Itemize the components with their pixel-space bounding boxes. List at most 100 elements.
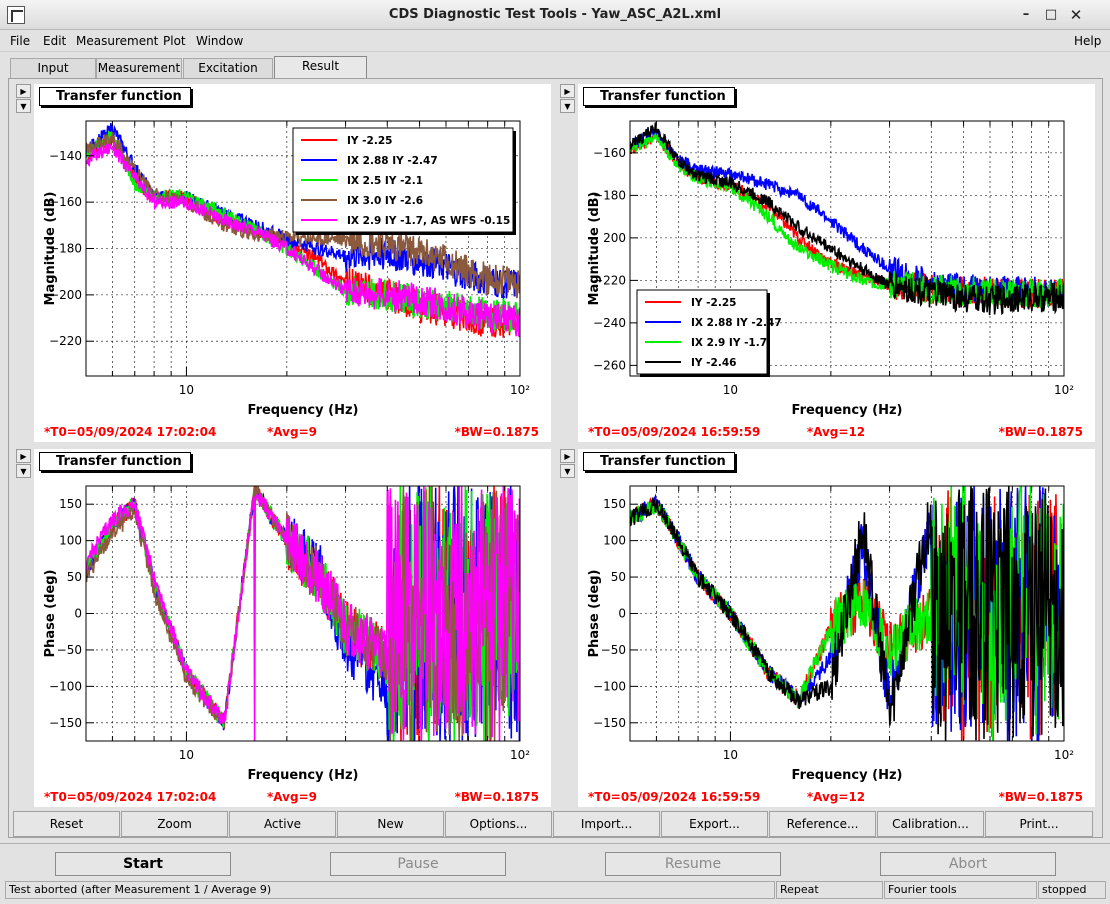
menu-measurement[interactable]: Measurement bbox=[76, 34, 158, 48]
zoom-button[interactable]: Zoom bbox=[121, 811, 228, 837]
footer-bw: *BW=0.1875 bbox=[455, 790, 539, 804]
pad-expand-arrow[interactable]: ▶ bbox=[16, 449, 31, 463]
x-axis-label: Frequency (Hz) bbox=[248, 403, 359, 418]
y-axis-label: Magnitude (dB) bbox=[587, 192, 602, 306]
plot-pad-2[interactable]: −160 −180 200 −220 −240 −260 10 10² Frequency (H… bbox=[578, 84, 1095, 442]
x-tick-label: 10 bbox=[179, 748, 194, 762]
y-tick-label: −100 bbox=[49, 679, 82, 693]
window-titlebar: CDS Diagnostic Test Tools - Yaw_ASC_A2L.… bbox=[0, 0, 1110, 30]
footer-t0: *T0=05/09/2024 16:59:59 bbox=[588, 790, 760, 804]
new-button[interactable]: New bbox=[337, 811, 444, 837]
footer-bw: *BW=0.1875 bbox=[455, 425, 539, 439]
footer-bw: *BW=0.1875 bbox=[999, 790, 1083, 804]
tab-excitation[interactable]: Excitation bbox=[183, 58, 273, 78]
menu-bar: File Edit Measurement Plot Window Help bbox=[0, 30, 1110, 52]
x-axis-label: Frequency (Hz) bbox=[792, 768, 903, 783]
legend-entry: IY -2.25 bbox=[347, 135, 392, 147]
tab-input[interactable]: Input bbox=[10, 58, 96, 78]
series-line bbox=[630, 125, 1064, 307]
x-tick-label: 10² bbox=[510, 748, 530, 762]
pad-collapse-arrow[interactable]: ▼ bbox=[16, 464, 31, 478]
pad-collapse-arrow[interactable]: ▼ bbox=[560, 99, 575, 113]
y-tick-label: −260 bbox=[593, 358, 626, 372]
plot-pad-4[interactable]: 150 100 50 0 −50 −100 −150 10 10² Frequency (Hz) P… bbox=[578, 449, 1095, 807]
x-tick-label: 10² bbox=[510, 383, 530, 397]
x-axis-label: Frequency (Hz) bbox=[792, 403, 903, 418]
legend-entry: IX 2.88 IY -2.47 bbox=[691, 317, 782, 329]
pad-title: Transfer function bbox=[583, 452, 735, 471]
plot-pad-3[interactable]: 150 100 50 0 −50 −100 −150 10 10² Frequency (Hz) P… bbox=[34, 449, 551, 807]
plot-button-row: Reset Zoom Active New Options... Import.… bbox=[13, 811, 1093, 838]
y-axis-label: Magnitude (dB) bbox=[43, 192, 58, 306]
export-button[interactable]: Export... bbox=[661, 811, 768, 837]
minimize-icon[interactable]: – bbox=[1018, 7, 1034, 23]
x-tick-label: 10 bbox=[179, 383, 194, 397]
calibration-button[interactable]: Calibration... bbox=[877, 811, 984, 837]
legend-entry: IX 2.9 IY -1.7 bbox=[691, 337, 767, 349]
abort-button[interactable]: Abort bbox=[880, 852, 1056, 876]
close-icon[interactable]: ✕ bbox=[1068, 7, 1084, 23]
menu-help[interactable]: Help bbox=[1074, 34, 1101, 48]
window-title: CDS Diagnostic Test Tools - Yaw_ASC_A2L.… bbox=[388, 7, 722, 22]
pause-button[interactable]: Pause bbox=[330, 852, 506, 876]
y-tick-label: 50 bbox=[611, 570, 626, 584]
y-tick-label: −50 bbox=[601, 643, 626, 657]
y-tick-label: −150 bbox=[49, 716, 82, 730]
maximize-icon[interactable]: □ bbox=[1043, 7, 1059, 23]
print-button[interactable]: Print... bbox=[985, 811, 1093, 837]
status-message: Test aborted (after Measurement 1 / Aver… bbox=[5, 881, 775, 899]
transfer-function-chart[interactable]: 150 100 50 0 −50 −100 −150 10 10² Frequency (Hz) P… bbox=[578, 449, 1095, 807]
pad-title: Transfer function bbox=[39, 452, 191, 471]
menu-window[interactable]: Window bbox=[196, 34, 243, 48]
x-tick-label: 10 bbox=[723, 383, 738, 397]
start-button[interactable]: Start bbox=[55, 852, 231, 876]
plot-pad-1[interactable]: −140 −160 −180 −200 −220 10 10² Frequency (Hz) M… bbox=[34, 84, 551, 442]
reset-button[interactable]: Reset bbox=[13, 811, 120, 837]
legend-entry: IY -2.25 bbox=[691, 297, 736, 309]
transfer-function-chart[interactable]: 150 100 50 0 −50 −100 −150 10 10² Frequency (Hz) P… bbox=[34, 449, 551, 807]
y-axis-label: Phase (deg) bbox=[43, 570, 58, 658]
y-axis-label: Phase (deg) bbox=[587, 570, 602, 658]
menu-edit[interactable]: Edit bbox=[43, 34, 66, 48]
pad-expand-arrow[interactable]: ▶ bbox=[560, 449, 575, 463]
y-tick-label: 200 bbox=[603, 231, 626, 245]
pad-expand-arrow[interactable]: ▶ bbox=[560, 84, 575, 98]
import-button[interactable]: Import... bbox=[553, 811, 660, 837]
footer-t0: *T0=05/09/2024 17:02:04 bbox=[44, 425, 216, 439]
series-line bbox=[630, 127, 1064, 309]
y-tick-label: −240 bbox=[593, 316, 626, 330]
y-tick-label: 100 bbox=[603, 534, 626, 548]
y-tick-label: 0 bbox=[618, 607, 626, 621]
tab-result[interactable]: Result bbox=[274, 56, 367, 79]
menu-plot[interactable]: Plot bbox=[163, 34, 186, 48]
footer-avg: *Avg=12 bbox=[807, 425, 865, 439]
menu-file[interactable]: File bbox=[10, 34, 30, 48]
chart-legend: IY -2.25 IX 2.88 IY -2.47 IX 2.9 IY -1.7 IY… bbox=[636, 289, 782, 377]
tab-bar: Input Measurement Excitation Result bbox=[8, 56, 1103, 79]
x-tick-label: 10 bbox=[723, 748, 738, 762]
footer-avg: *Avg=9 bbox=[267, 425, 317, 439]
legend-entry: IX 2.88 IY -2.47 bbox=[347, 155, 438, 167]
footer-t0: *T0=05/09/2024 16:59:59 bbox=[588, 425, 760, 439]
pad-collapse-arrow[interactable]: ▼ bbox=[16, 99, 31, 113]
pad-expand-arrow[interactable]: ▶ bbox=[16, 84, 31, 98]
transfer-function-chart[interactable]: −160−180200−220−240−26010 10²Frequency (H… bbox=[578, 84, 1095, 442]
y-tick-label: 50 bbox=[67, 570, 82, 584]
resume-button[interactable]: Resume bbox=[605, 852, 781, 876]
chart-legend: IY -2.25 IX 2.88 IY -2.47 IX 2.5 IY -2.1 IX… bbox=[292, 127, 516, 235]
transfer-function-chart[interactable]: −140−160−180−200−22010 10²Frequency (Hz)M… bbox=[34, 84, 551, 442]
legend-entry: IX 3.0 IY -2.6 bbox=[347, 195, 423, 207]
y-tick-label: −140 bbox=[49, 149, 82, 163]
reference-button[interactable]: Reference... bbox=[769, 811, 876, 837]
footer-bw: *BW=0.1875 bbox=[999, 425, 1083, 439]
options-button[interactable]: Options... bbox=[445, 811, 552, 837]
tab-measurement[interactable]: Measurement bbox=[96, 58, 182, 78]
pad-title: Transfer function bbox=[39, 87, 191, 106]
legend-entry: IX 2.5 IY -2.1 bbox=[347, 175, 423, 187]
y-tick-label: 150 bbox=[59, 497, 82, 511]
active-button[interactable]: Active bbox=[229, 811, 336, 837]
pad-title: Transfer function bbox=[583, 87, 735, 106]
divider bbox=[0, 843, 1110, 844]
pad-collapse-arrow[interactable]: ▼ bbox=[560, 464, 575, 478]
footer-avg: *Avg=12 bbox=[807, 790, 865, 804]
